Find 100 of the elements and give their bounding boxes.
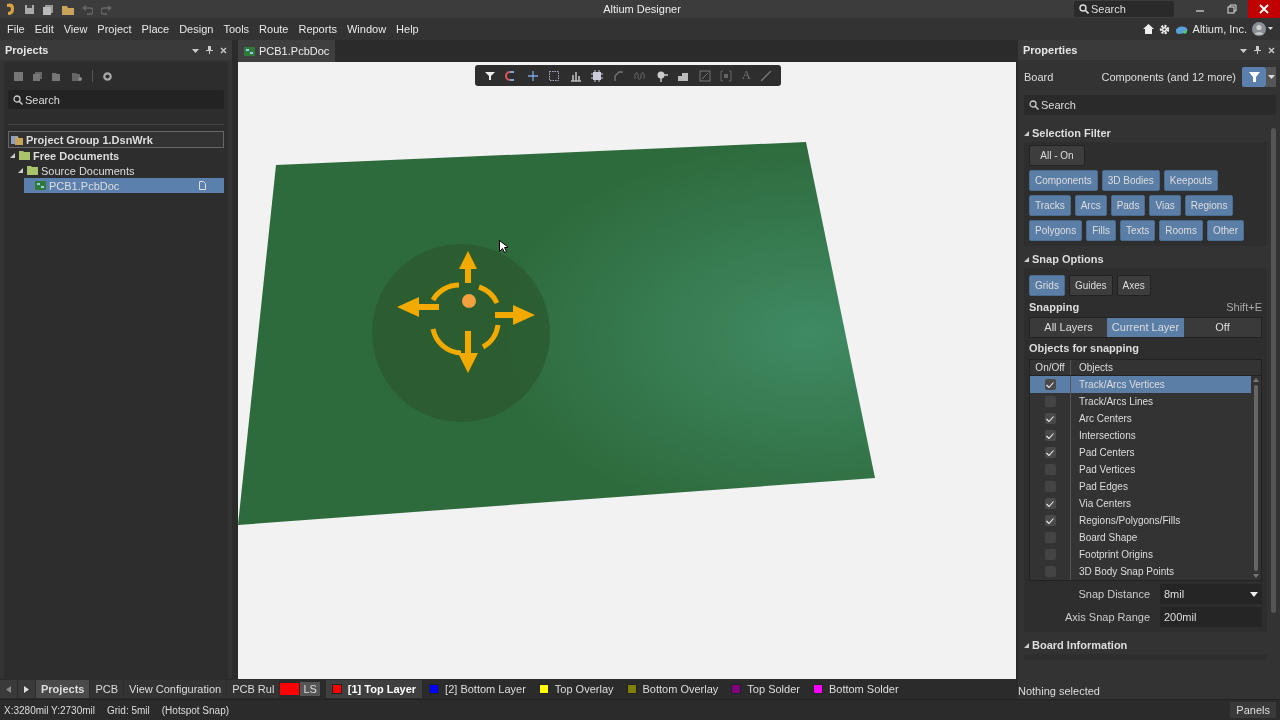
table-cell-text: Pad Vertices [1078, 464, 1136, 475]
panel-tab[interactable]: PCB [90, 680, 124, 698]
tree-item[interactable]: Project Group 1.DsnWrk [8, 131, 224, 148]
layer-tab[interactable]: Bottom Solder [806, 680, 905, 698]
close-icon[interactable] [1268, 46, 1275, 54]
filter-button[interactable] [1242, 67, 1266, 87]
input-field[interactable]: 200mil [1160, 607, 1262, 627]
scroll-down-icon[interactable] [1253, 574, 1259, 578]
search-field[interactable]: Search [1074, 1, 1174, 17]
menu-item[interactable]: Reports [293, 23, 342, 35]
scroll-up-icon[interactable] [1253, 378, 1259, 382]
snap-mode-toggle[interactable]: Axes [1116, 275, 1151, 296]
settings-icon[interactable] [103, 71, 112, 81]
checkbox[interactable] [1044, 379, 1056, 390]
menu-item[interactable]: Window [341, 23, 392, 35]
snapping-option[interactable]: All Layers [1030, 318, 1107, 337]
via-icon[interactable] [655, 69, 668, 82]
crosshair-icon[interactable] [526, 69, 539, 82]
chip-icon[interactable] [591, 69, 604, 82]
snap-mode-toggle[interactable]: Guides [1068, 275, 1113, 296]
dropdown-field[interactable]: 8mil [1160, 584, 1262, 604]
section-header[interactable]: Selection Filter [1024, 124, 1267, 142]
folder-arrow-icon[interactable] [52, 71, 62, 81]
folder-icon [27, 166, 38, 175]
panels-button[interactable]: Panels [1230, 702, 1276, 718]
save-all-icon[interactable] [43, 3, 54, 15]
snapping-option[interactable]: Off [1184, 318, 1261, 337]
save-icon[interactable] [14, 71, 23, 81]
menu-item[interactable]: Tools [218, 23, 255, 35]
layer-set-button[interactable]: LS [300, 682, 320, 696]
menu-item[interactable]: Design [174, 23, 219, 35]
snapping-label: Snapping [1029, 301, 1080, 314]
current-layer-swatch[interactable] [280, 683, 300, 695]
avatar-icon[interactable] [1252, 22, 1274, 36]
panel-title: Projects [5, 44, 49, 56]
layer-tab[interactable]: Top Overlay [532, 680, 620, 698]
save-icon[interactable] [24, 3, 35, 15]
scrollbar[interactable] [1271, 128, 1276, 613]
search-field[interactable]: Search [8, 90, 224, 109]
search-field[interactable]: Search [1024, 95, 1276, 115]
collapse-arrow-icon[interactable] [10, 152, 16, 159]
align-icon[interactable] [569, 69, 582, 82]
tree-item[interactable]: Source Documents [16, 163, 224, 178]
close-button[interactable] [1248, 0, 1280, 18]
panel-tab[interactable]: Projects [36, 680, 90, 698]
collapse-arrow-icon[interactable] [18, 167, 24, 174]
dropdown-icon[interactable] [192, 46, 199, 54]
pcb-document-icon [35, 181, 46, 190]
menu-item[interactable]: Help [391, 23, 424, 35]
panel-tab[interactable]: View Configuration [124, 680, 227, 698]
menu-item[interactable]: Project [92, 23, 137, 35]
component-box-icon[interactable] [720, 69, 733, 82]
dropdown-button[interactable] [1266, 67, 1276, 87]
line-icon[interactable] [760, 69, 773, 82]
filter-icon [1248, 72, 1260, 82]
menu-item[interactable]: Edit [29, 23, 59, 35]
selection-rectangle-icon[interactable] [548, 69, 561, 82]
pin-icon[interactable] [1254, 46, 1261, 54]
open-folder-icon[interactable] [62, 3, 74, 15]
menu-item[interactable]: View [58, 23, 93, 35]
collapse-arrow-icon [1024, 130, 1029, 136]
filter-icon[interactable] [483, 69, 496, 82]
folder-gear-icon[interactable] [72, 71, 82, 81]
close-icon[interactable] [220, 46, 227, 54]
document-tab[interactable]: PCB1.PcbDoc [238, 40, 336, 62]
layer-tab[interactable]: Top Solder [725, 680, 806, 698]
layer-tab[interactable]: [1] Top Layer [325, 680, 423, 698]
checkbox[interactable] [1044, 498, 1056, 509]
checkbox[interactable] [1044, 447, 1056, 458]
status-text: X:3280mil Y:2730mil [4, 704, 95, 716]
account-name[interactable]: Altium, Inc. [1192, 23, 1247, 35]
checkbox[interactable] [1044, 430, 1056, 441]
home-icon[interactable] [1142, 24, 1154, 34]
all-on-button[interactable]: All - On [1029, 145, 1085, 166]
checkbox[interactable] [1044, 413, 1056, 424]
table-cell-text: Arc Centers [1078, 413, 1132, 424]
move-gizmo-drawing[interactable] [371, 243, 551, 423]
dropdown-icon[interactable] [1240, 46, 1247, 54]
scrollbar-thumb[interactable] [1254, 385, 1258, 571]
checkbox[interactable] [1044, 515, 1056, 526]
section-header[interactable]: Board Information [1024, 636, 1267, 654]
tree-item[interactable]: Free Documents [8, 148, 224, 163]
status-text: Grid: 5mil [107, 704, 150, 716]
app-logo-icon [4, 2, 16, 16]
pin-icon[interactable] [206, 46, 213, 54]
layer-tab[interactable]: Bottom Overlay [620, 680, 725, 698]
table-cell-text: Track/Arcs Vertices [1078, 379, 1165, 390]
dimension-icon[interactable] [698, 69, 711, 82]
panel-tab[interactable]: PCB Rul [227, 680, 280, 698]
search-icon [13, 94, 23, 105]
route-icon[interactable] [612, 69, 625, 82]
copy-icon[interactable] [33, 71, 42, 81]
menu-item[interactable]: Route [254, 23, 294, 35]
menu-item[interactable]: File [2, 23, 30, 35]
menu-item[interactable]: Place [136, 23, 175, 35]
section-header[interactable]: Snap Options [1024, 250, 1267, 268]
table-cell-text: Footprint Origins [1078, 549, 1153, 560]
scroll-right-button[interactable] [18, 680, 35, 698]
layer-tab[interactable]: [2] Bottom Layer [423, 680, 532, 698]
object-type-label: Board [1024, 71, 1054, 83]
